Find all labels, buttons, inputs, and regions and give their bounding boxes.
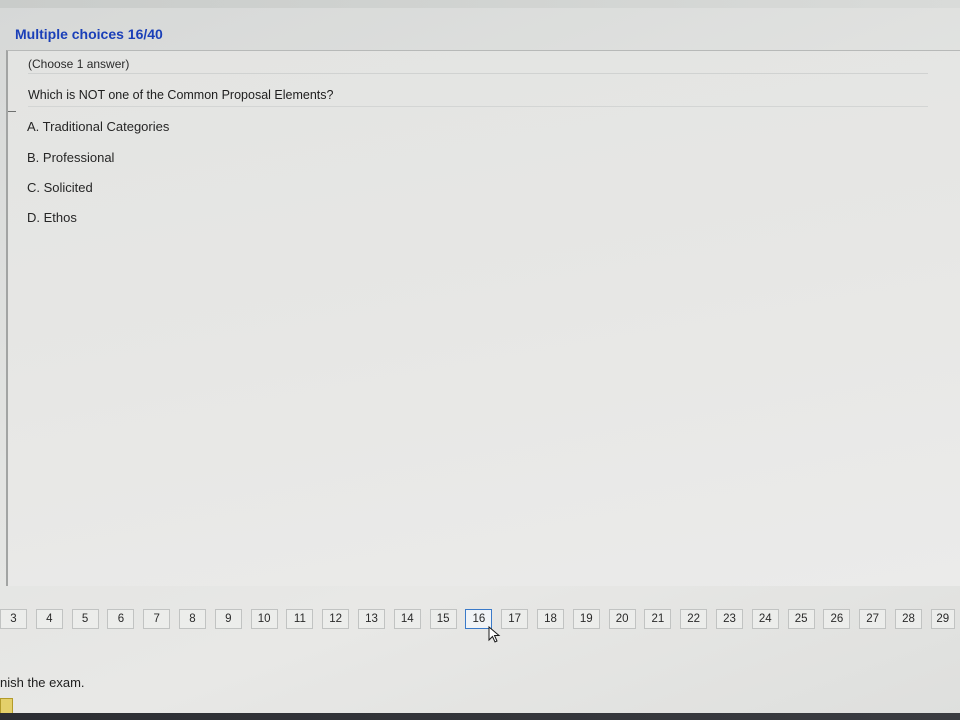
question-nav-button-27[interactable]: 27 xyxy=(859,609,887,629)
question-instruction: (Choose 1 answer) xyxy=(28,57,928,74)
answer-option-b[interactable]: B. Professional xyxy=(24,148,117,167)
question-nav-button-11[interactable]: 11 xyxy=(286,609,314,629)
finish-exam-link[interactable]: nish the exam. xyxy=(0,675,85,690)
question-nav-button-5[interactable]: 5 xyxy=(71,609,99,629)
window-top-edge xyxy=(0,0,960,8)
question-nav-button-20[interactable]: 20 xyxy=(608,609,636,629)
question-nav-button-12[interactable]: 12 xyxy=(322,609,350,629)
question-nav-button-18[interactable]: 18 xyxy=(537,609,564,629)
question-text: Which is NOT one of the Common Proposal … xyxy=(28,88,928,107)
question-nav-button-25[interactable]: 25 xyxy=(787,609,815,629)
question-panel: (Choose 1 answer) Which is NOT one of th… xyxy=(6,50,960,586)
question-nav-button-13[interactable]: 13 xyxy=(358,609,385,629)
question-nav-button-7[interactable]: 7 xyxy=(143,609,171,629)
flag-marker xyxy=(0,698,13,714)
question-nav-button-22[interactable]: 22 xyxy=(680,609,708,629)
question-nav-button-10[interactable]: 10 xyxy=(250,609,278,629)
panel-marker xyxy=(8,111,16,112)
exam-screen: Multiple choices 16/40 (Choose 1 answer)… xyxy=(0,0,960,720)
question-nav-button-6[interactable]: 6 xyxy=(107,609,135,629)
question-nav-button-4[interactable]: 4 xyxy=(35,609,63,629)
question-nav-button-17[interactable]: 17 xyxy=(501,609,529,629)
question-navigation-bar: 3 4 5 6 7 8 9 10 11 12 13 14 15 16 17 18 19 20 21 22 23 24 25 2… xyxy=(0,605,960,635)
question-nav-button-15[interactable]: 15 xyxy=(429,609,457,629)
answer-option-a[interactable]: A. Traditional Categories xyxy=(24,117,172,136)
question-nav-button-21[interactable]: 21 xyxy=(644,609,672,629)
question-nav-button-23[interactable]: 23 xyxy=(716,609,743,629)
window-bottom-edge xyxy=(0,713,960,720)
question-nav-button-14[interactable]: 14 xyxy=(393,609,421,629)
answer-option-d[interactable]: D. Ethos xyxy=(24,208,80,227)
question-nav-button-26[interactable]: 26 xyxy=(823,609,851,629)
mouse-pointer-icon xyxy=(488,626,501,643)
page-title: Multiple choices 16/40 xyxy=(15,26,163,42)
question-nav-button-29[interactable]: 29 xyxy=(930,609,955,629)
question-nav-button-8[interactable]: 8 xyxy=(179,609,206,629)
question-nav-button-19[interactable]: 19 xyxy=(572,609,600,629)
question-nav-button-3[interactable]: 3 xyxy=(0,609,27,629)
answer-option-c[interactable]: C. Solicited xyxy=(24,178,96,197)
question-nav-button-24[interactable]: 24 xyxy=(751,609,779,629)
question-nav-button-28[interactable]: 28 xyxy=(895,609,922,629)
question-nav-button-9[interactable]: 9 xyxy=(214,609,242,629)
